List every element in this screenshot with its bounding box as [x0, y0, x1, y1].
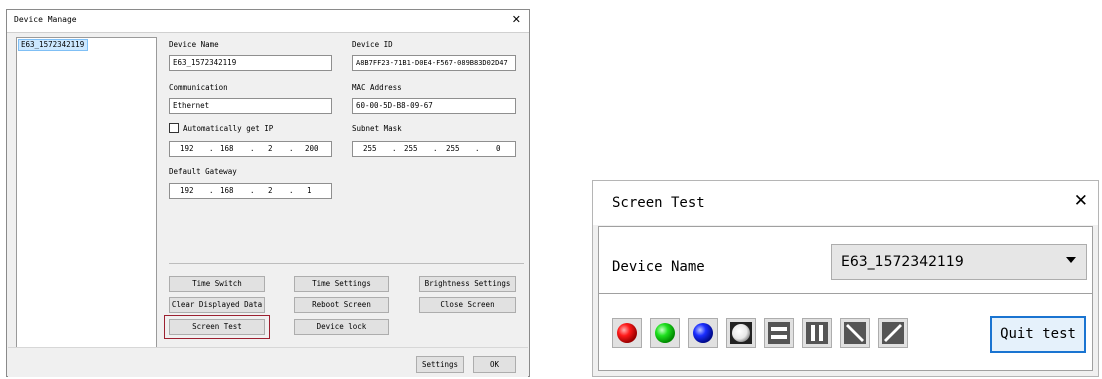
ip-octet: 2 — [268, 144, 273, 153]
ip-address-field[interactable]: 192 . 168 . 2 . 200 — [169, 141, 332, 157]
device-name-dropdown[interactable]: E63_1572342119 — [831, 244, 1087, 280]
diagonal-left-test-button[interactable] — [840, 318, 870, 348]
reboot-screen-button[interactable]: Reboot Screen — [294, 297, 389, 313]
device-lock-button[interactable]: Device lock — [294, 319, 389, 335]
gateway-octet: 192 — [180, 186, 194, 195]
white-circle-icon — [730, 322, 752, 344]
screen-test-button[interactable]: Screen Test — [169, 319, 265, 335]
auto-ip-checkbox[interactable] — [169, 123, 179, 133]
window-title: Device Manage — [14, 15, 77, 24]
vertical-lines-test-button[interactable] — [802, 318, 832, 348]
screen-test-panel: Device Name E63_1572342119 Quit test — [598, 226, 1093, 371]
subnet-octet: 255 — [446, 144, 460, 153]
close-screen-button[interactable]: Close Screen — [419, 297, 516, 313]
time-settings-button[interactable]: Time Settings — [294, 276, 389, 292]
settings-button[interactable]: Settings — [416, 356, 464, 373]
device-id-field[interactable]: A8B7FF23-71B1-D0E4-F567-089B83D02D47 — [352, 55, 516, 71]
window-title: Screen Test — [612, 195, 705, 211]
device-name-field[interactable]: E63_1572342119 — [169, 55, 332, 71]
clear-displayed-data-button[interactable]: Clear Displayed Data — [169, 297, 265, 313]
red-test-button[interactable] — [612, 318, 642, 348]
close-icon[interactable]: ✕ — [512, 13, 521, 26]
gateway-octet: 2 — [268, 186, 273, 195]
brightness-settings-button[interactable]: Brightness Settings — [419, 276, 516, 292]
vertical-bars-icon — [806, 322, 828, 344]
gateway-octet: 1 — [307, 186, 312, 195]
device-name-label: Device Name — [169, 40, 219, 49]
blue-circle-icon — [693, 323, 713, 343]
default-gateway-field[interactable]: 192 . 168 . 2 . 1 — [169, 183, 332, 199]
quit-test-button[interactable]: Quit test — [990, 316, 1086, 353]
diagonal-down-icon — [844, 322, 866, 344]
auto-ip-label: Automatically get IP — [183, 124, 274, 133]
green-circle-icon — [655, 323, 675, 343]
device-list[interactable]: E63_1572342119 — [16, 37, 157, 362]
green-test-button[interactable] — [650, 318, 680, 348]
device-list-item[interactable]: E63_1572342119 — [18, 39, 88, 51]
mac-address-field[interactable]: 60-00-5D-B8-09-67 — [352, 98, 516, 114]
close-icon[interactable]: ✕ — [1074, 191, 1088, 211]
title-bar: Screen Test ✕ — [593, 181, 1098, 225]
time-switch-button[interactable]: Time Switch — [169, 276, 265, 292]
ok-button[interactable]: OK — [473, 356, 516, 373]
subnet-octet: 255 — [363, 144, 377, 153]
screen-test-window: Screen Test ✕ Device Name E63_1572342119 — [592, 180, 1099, 377]
blue-test-button[interactable] — [688, 318, 718, 348]
mac-address-label: MAC Address — [352, 83, 402, 92]
device-name-value: E63_1572342119 — [841, 254, 964, 270]
subnet-mask-label: Subnet Mask — [352, 124, 402, 133]
white-test-button[interactable] — [726, 318, 756, 348]
ip-octet: 200 — [305, 144, 319, 153]
communication-label: Communication — [169, 83, 228, 92]
device-id-label: Device ID — [352, 40, 393, 49]
horizontal-bars-icon — [768, 322, 790, 344]
communication-field[interactable]: Ethernet — [169, 98, 332, 114]
ip-octet: 192 — [180, 144, 194, 153]
subnet-octet: 255 — [404, 144, 418, 153]
red-circle-icon — [617, 323, 637, 343]
device-manage-window: Device Manage ✕ E63_1572342119 Device Na… — [6, 9, 530, 377]
chevron-down-icon — [1066, 257, 1076, 263]
subnet-mask-field[interactable]: 255 . 255 . 255 . 0 — [352, 141, 516, 157]
horizontal-lines-test-button[interactable] — [764, 318, 794, 348]
ip-octet: 168 — [220, 144, 234, 153]
separator — [599, 293, 1092, 294]
gateway-octet: 168 — [220, 186, 234, 195]
diagonal-right-test-button[interactable] — [878, 318, 908, 348]
device-name-label: Device Name — [612, 259, 705, 275]
separator — [169, 263, 524, 264]
default-gateway-label: Default Gateway — [169, 167, 237, 176]
diagonal-up-icon — [882, 322, 904, 344]
subnet-octet: 0 — [496, 144, 501, 153]
title-bar: Device Manage ✕ — [7, 10, 529, 33]
